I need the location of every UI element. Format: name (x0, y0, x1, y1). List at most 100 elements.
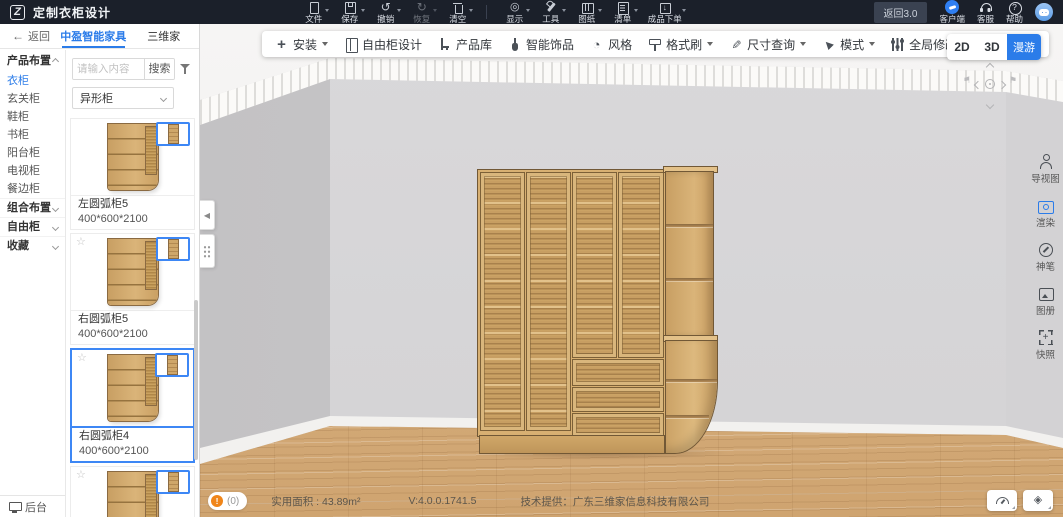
product-thumbnail-box[interactable] (155, 353, 189, 377)
list-icon (616, 1, 629, 14)
catalog-tab[interactable]: 三维家 (129, 24, 200, 48)
chevron-down-icon (160, 94, 167, 101)
headset-icon (979, 1, 992, 14)
product-card[interactable]: ☆ 左圆弧柜5 400*600*2100 (70, 118, 195, 230)
compass-center-icon[interactable] (985, 79, 995, 89)
toolbar-item[interactable]: 风格 (589, 36, 632, 53)
top-menu-item[interactable]: 清空 (440, 0, 476, 24)
star-icon[interactable]: ☆ (76, 470, 86, 481)
category-group[interactable]: 自由柜 (0, 217, 65, 236)
toolbar-item[interactable]: 安装 (274, 36, 328, 53)
search-input[interactable] (73, 59, 144, 79)
rail-tool-button[interactable]: 图册 (1029, 286, 1062, 317)
view-cube-button[interactable]: ◈ (1023, 490, 1053, 511)
pan-down-icon[interactable] (986, 101, 994, 109)
product-render (108, 239, 158, 305)
view-mode-option[interactable]: 漫游 (1007, 34, 1041, 60)
menu-caret-icon (433, 9, 437, 12)
rail-tool-button[interactable]: 神笔 (1029, 242, 1062, 273)
top-menu-item[interactable]: 保存 (332, 0, 368, 24)
star-icon[interactable]: ☆ (76, 237, 86, 248)
pan-up-icon[interactable] (986, 63, 994, 71)
top-menu-item[interactable]: 工具 (533, 0, 569, 24)
product-card[interactable]: ☆ 右圆弧柜5 400*600*2100 (70, 233, 195, 345)
product-size: 400*600*2100 (78, 327, 187, 342)
product-thumbnail-box[interactable] (156, 237, 190, 261)
top-menu: 文件 保存 撤销 恢复 清空 (296, 0, 689, 24)
collapse-panel-tab[interactable]: ◀ (200, 200, 215, 230)
category-item[interactable]: 鞋柜 (0, 108, 65, 126)
status-bar: ! (0) 实用面积 : 43.89m² V:4.0.0.1741.5 技术提供… (208, 492, 709, 510)
search-button[interactable]: 搜索 (144, 59, 174, 79)
navigation-compass[interactable]: ⚑ ⚑ (963, 62, 1017, 110)
wardrobe-model[interactable] (478, 168, 717, 460)
dropdown-caret-icon (707, 42, 713, 46)
top-menu-item[interactable]: 图纸 (569, 0, 605, 24)
top-menu-item[interactable]: 清单 (605, 0, 641, 24)
rail-tool-button[interactable]: 导视图 (1029, 154, 1062, 185)
top-menu-item[interactable]: 撤销 (368, 0, 404, 24)
design-viewport[interactable]: 安装 自由柜设计 产品库 智能饰品 风格 (200, 24, 1063, 517)
filter-icon[interactable] (179, 62, 193, 76)
back-button[interactable]: ← 返回 (0, 28, 58, 44)
shelf-line (666, 278, 713, 281)
catalog-tab[interactable]: 中盈智能家具 (58, 24, 129, 48)
user-avatar[interactable] (1035, 3, 1053, 21)
toolbar-item[interactable]: 格式刷 (647, 36, 713, 53)
type-row: 异形柜 (72, 87, 193, 109)
toolbar-item[interactable]: 模式 (821, 36, 875, 53)
gauge-icon (996, 496, 1009, 505)
category-item[interactable]: 玄关柜 (0, 90, 65, 108)
shelf-line (666, 379, 717, 382)
category-group[interactable]: 组合布置 (0, 198, 65, 217)
product-card[interactable]: ☆ (70, 466, 195, 517)
snapshot-icon (1038, 330, 1054, 345)
toolbar-item[interactable]: 尺寸查询 (728, 36, 806, 53)
menu-caret-icon (361, 9, 365, 12)
product-thumbnail-box[interactable] (156, 470, 190, 494)
star-icon[interactable]: ☆ (77, 353, 87, 364)
backend-button[interactable]: 后台 (0, 495, 65, 517)
category-group-product-layout[interactable]: 产品布置 (0, 50, 65, 72)
rail-tool-button[interactable]: 快照 (1029, 330, 1062, 361)
view-mode-option[interactable]: 3D (977, 34, 1007, 60)
order-icon (658, 1, 671, 14)
category-item[interactable]: 餐边柜 (0, 180, 65, 198)
toolbar-item[interactable]: 自由柜设计 (343, 36, 422, 53)
product-list-scrollbar[interactable] (194, 300, 198, 460)
top-menu-item[interactable]: 成品下单 (641, 0, 689, 24)
category-item[interactable]: 阳台柜 (0, 144, 65, 162)
client-button[interactable]: 客户端 (939, 0, 965, 24)
category-group[interactable]: 收藏 (0, 236, 65, 255)
top-menu-item[interactable]: 显示 (497, 0, 533, 24)
category-item[interactable]: 衣柜 (0, 72, 65, 90)
cabinet-type-dropdown[interactable]: 异形柜 (72, 87, 174, 109)
drag-handle-tab[interactable] (200, 234, 215, 268)
performance-gauge-button[interactable] (987, 490, 1017, 511)
right-tool-rail: 导视图 渲染 神笔 图册 快照 (1029, 154, 1062, 361)
rotate-left-flag-icon[interactable]: ⚑ (963, 75, 971, 85)
product-thumbnail-box[interactable] (156, 122, 190, 146)
louver-door (619, 173, 663, 357)
menu-caret-icon (682, 9, 686, 12)
pan-right-icon[interactable] (998, 81, 1006, 89)
product-card[interactable]: ☆ 右圆弧柜4 400*600*2100 (70, 348, 195, 463)
global-modify-icon (890, 37, 905, 52)
customer-service-button[interactable]: 客服 (977, 1, 994, 24)
view-mode-option[interactable]: 2D (947, 34, 977, 60)
back-to-3.0-button[interactable]: 返回3.0 (874, 2, 928, 23)
toolbar-item[interactable]: 智能饰品 (507, 36, 574, 53)
warning-pill[interactable]: ! (0) (208, 492, 247, 510)
category-item[interactable]: 电视柜 (0, 162, 65, 180)
top-menu-item[interactable]: 文件 (296, 0, 332, 24)
rail-tool-button[interactable]: 渲染 (1029, 198, 1062, 229)
top-bar: Z 定制衣柜设计 文件 保存 撤销 恢复 (0, 0, 1063, 24)
chevron-down-icon (52, 242, 59, 249)
category-item[interactable]: 书柜 (0, 126, 65, 144)
help-button[interactable]: 帮助 (1006, 1, 1023, 24)
louver-door (573, 173, 616, 357)
toolbar-item[interactable]: 产品库 (437, 36, 492, 53)
top-menu-item[interactable]: 恢复 (404, 0, 440, 24)
rotate-right-flag-icon[interactable]: ⚑ (1009, 75, 1017, 85)
pan-left-icon[interactable] (974, 81, 982, 89)
